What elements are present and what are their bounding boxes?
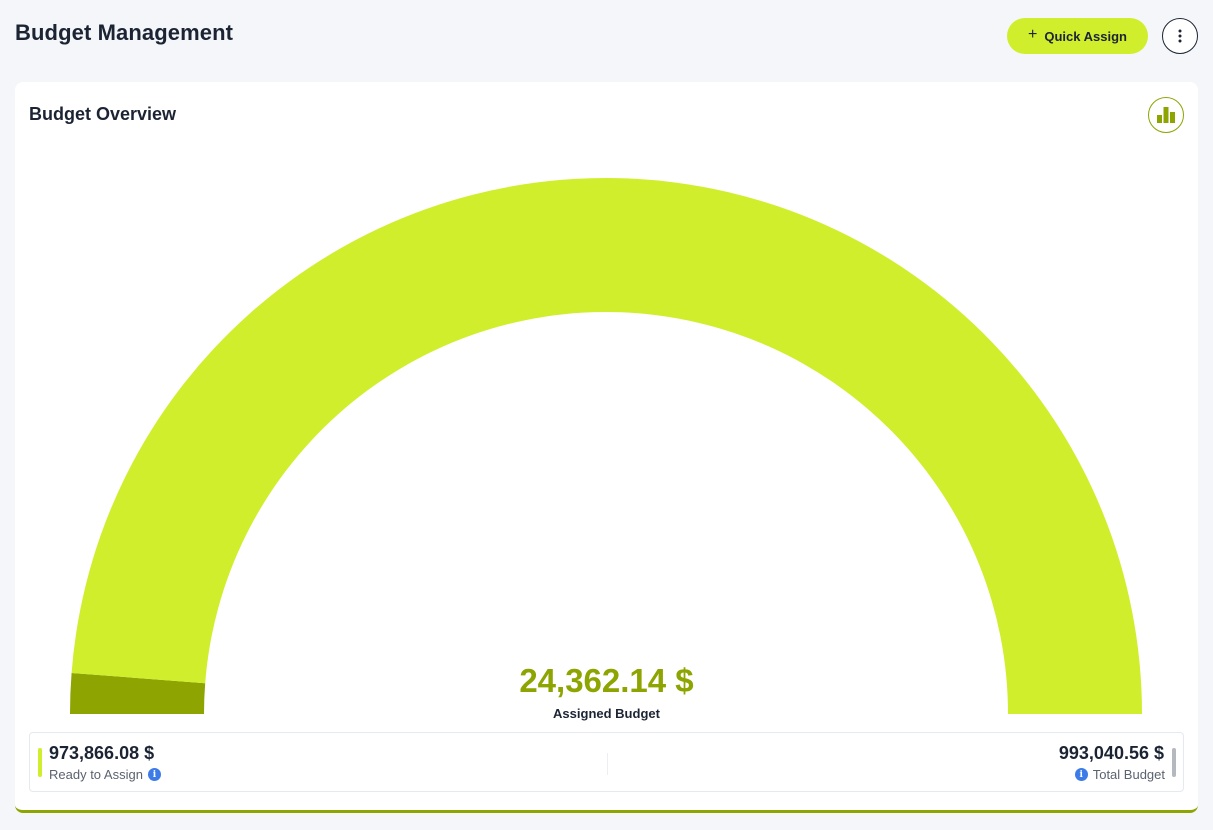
summary-divider <box>607 753 608 775</box>
ready-to-assign-value: 973,866.08 $ <box>49 743 155 763</box>
total-budget-caption: i Total Budget <box>1074 767 1165 782</box>
plus-icon: + <box>1028 26 1038 43</box>
total-indicator-bar <box>1172 748 1176 777</box>
gauge-segment-ready-to-assign[interactable] <box>71 178 1142 715</box>
more-options-button[interactable] <box>1162 18 1198 54</box>
budget-overview-card: Budget Overview 24,362.14 $ Assigned Bud… <box>15 82 1198 813</box>
total-budget-value: 993,040.56 $ <box>1058 743 1164 763</box>
kebab-menu-icon <box>1178 29 1182 43</box>
assigned-budget-label: Assigned Budget <box>553 706 660 721</box>
ready-to-assign-caption: Ready to Assign i <box>49 767 161 782</box>
assigned-budget-value: 24,362.14 $ <box>519 662 694 699</box>
ready-to-assign-label: Ready to Assign <box>49 767 143 782</box>
budget-summary: 973,866.08 $ Ready to Assign i 993,040.5… <box>29 732 1184 792</box>
info-icon[interactable]: i <box>147 768 161 781</box>
info-icon[interactable]: i <box>1074 768 1088 781</box>
page-title: Budget Management <box>15 20 234 45</box>
budget-gauge-chart <box>70 178 1142 715</box>
quick-assign-button[interactable]: + Quick Assign <box>1007 18 1148 54</box>
total-budget-label: Total Budget <box>1092 767 1165 782</box>
quick-assign-label: Quick Assign <box>1044 28 1127 44</box>
ready-indicator-bar <box>38 748 42 777</box>
